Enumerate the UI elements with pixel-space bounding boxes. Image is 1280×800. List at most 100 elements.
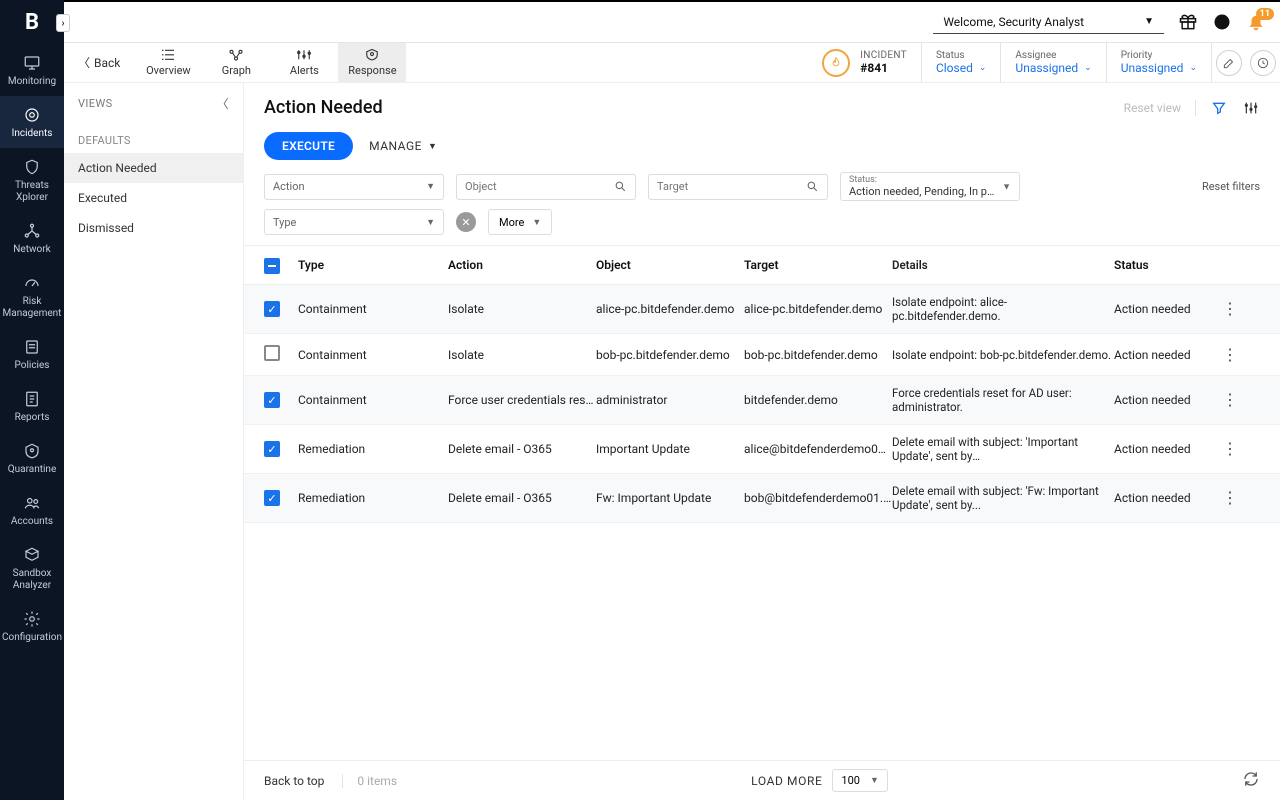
row-menu-icon[interactable]: ⋮ [1222, 345, 1238, 364]
filter-status[interactable]: Status: Action needed, Pending, In progr… [840, 172, 1020, 201]
nav-sandbox-analyzer[interactable]: Sandbox Analyzer [0, 536, 64, 600]
table-row[interactable]: ✓RemediationDelete email - O365Important… [244, 425, 1280, 474]
priority-meta[interactable]: Priority Unassigned⌄ [1106, 43, 1211, 82]
assignee-meta[interactable]: Assignee Unassigned⌄ [1000, 43, 1105, 82]
edit-button[interactable] [1216, 50, 1242, 76]
view-action-needed[interactable]: Action Needed [64, 153, 243, 183]
col-header-status[interactable]: Status [1114, 258, 1214, 272]
col-header-action[interactable]: Action [448, 258, 596, 272]
filter-icon[interactable] [1210, 99, 1228, 117]
col-header-type[interactable]: Type [298, 258, 448, 272]
col-header-details[interactable]: Details [892, 258, 1114, 272]
col-header-target[interactable]: Target [744, 258, 892, 272]
chevron-down-icon: ⌄ [979, 63, 987, 73]
reset-filters-button[interactable]: Reset filters [1202, 180, 1260, 193]
tab-alerts[interactable]: Alerts [270, 43, 338, 82]
table-row[interactable]: ✓RemediationDelete email - O365Fw: Impor… [244, 474, 1280, 523]
history-button[interactable] [1250, 50, 1276, 76]
nav-threats-xplorer[interactable]: Threats Xplorer [0, 148, 64, 212]
nav-label: Reports [15, 412, 50, 423]
row-checkbox[interactable]: ✓ [264, 441, 280, 457]
nav-quarantine[interactable]: Quarantine [0, 432, 64, 484]
reset-view-button[interactable]: Reset view [1124, 101, 1181, 115]
meta-label: Assignee [1015, 50, 1091, 61]
row-checkbox[interactable]: ✓ [264, 490, 280, 506]
users-icon [23, 494, 41, 512]
search-icon [806, 180, 819, 194]
meta-label: Status [936, 50, 986, 61]
filter-object[interactable] [456, 174, 636, 200]
row-checkbox[interactable] [264, 345, 280, 361]
load-more-button[interactable]: LOAD MORE [751, 774, 822, 788]
cell-type: Remediation [298, 442, 448, 456]
expand-nav-icon[interactable]: › [56, 14, 70, 32]
gift-icon[interactable] [1178, 12, 1198, 32]
meta-value: Closed [936, 61, 973, 75]
cell-details: Delete email with subject: 'Fw: Importan… [892, 484, 1114, 512]
brand-logo[interactable]: B › [0, 0, 64, 44]
notifications-icon[interactable]: 11 [1246, 12, 1266, 32]
columns-icon[interactable] [1242, 99, 1260, 117]
tab-overview[interactable]: Overview [134, 43, 202, 82]
view-dismissed[interactable]: Dismissed [64, 213, 243, 243]
clear-filter-button[interactable]: ✕ [456, 212, 476, 232]
nav-accounts[interactable]: Accounts [0, 484, 64, 536]
manage-button[interactable]: MANAGE▼ [369, 139, 437, 153]
cube-icon [23, 546, 41, 564]
cell-action: Isolate [448, 302, 596, 316]
nav-incidents[interactable]: Incidents [0, 96, 64, 148]
row-checkbox[interactable]: ✓ [264, 392, 280, 408]
filter-action[interactable]: Action ▼ [264, 174, 444, 200]
welcome-dropdown[interactable]: Welcome, Security Analyst ▼ [933, 11, 1164, 34]
nav-label: Sandbox Analyzer [13, 568, 52, 591]
status-meta[interactable]: Status Closed ⌄ [921, 43, 1000, 82]
chevron-down-icon: ⌄ [1084, 63, 1092, 73]
table-row[interactable]: ✓ContainmentForce user credentials reset… [244, 376, 1280, 425]
filter-object-input[interactable] [465, 180, 614, 193]
select-all-checkbox[interactable] [264, 258, 280, 274]
nav-label: Policies [15, 360, 50, 371]
table-row[interactable]: ✓ContainmentIsolatealice-pc.bitdefender.… [244, 285, 1280, 334]
help-icon[interactable]: ? [1212, 12, 1232, 32]
page-size-select[interactable]: 100 ▼ [832, 769, 887, 792]
row-menu-icon[interactable]: ⋮ [1222, 439, 1238, 458]
row-menu-icon[interactable]: ⋮ [1222, 390, 1238, 409]
nav-label: Threats Xplorer [15, 180, 49, 203]
topbar: Welcome, Security Analyst ▼ ? 11 [64, 0, 1280, 43]
tab-graph[interactable]: Graph [202, 43, 270, 82]
nav-reports[interactable]: Reports [0, 380, 64, 432]
more-filters-button[interactable]: More ▼ [488, 209, 552, 235]
tab-label: Alerts [290, 64, 319, 77]
gear-icon [23, 610, 41, 628]
filter-type[interactable]: Type ▼ [264, 209, 444, 235]
nav-policies[interactable]: Policies [0, 328, 64, 380]
execute-button[interactable]: EXECUTE [264, 132, 353, 160]
col-header-object[interactable]: Object [596, 258, 744, 272]
row-checkbox[interactable]: ✓ [264, 301, 280, 317]
tab-response[interactable]: Response [338, 43, 406, 82]
back-to-top-button[interactable]: Back to top [264, 774, 324, 788]
cell-object: bob-pc.bitdefender.demo [596, 348, 744, 362]
chevron-left-icon: 〈 [78, 54, 90, 71]
filter-target[interactable] [648, 174, 828, 200]
context-bar: 〈 Back Overview Graph Alerts Re [64, 43, 1280, 83]
incident-id: #841 [860, 61, 907, 75]
nav-configuration[interactable]: Configuration [0, 600, 64, 652]
table-row[interactable]: ContainmentIsolatebob-pc.bitdefender.dem… [244, 334, 1280, 376]
nav-monitoring[interactable]: Monitoring [0, 44, 64, 96]
chevron-down-icon: ⌄ [1189, 63, 1197, 73]
shield-icon [23, 158, 41, 176]
row-menu-icon[interactable]: ⋮ [1222, 299, 1238, 318]
nav-network[interactable]: Network [0, 212, 64, 264]
refresh-button[interactable] [1242, 770, 1260, 791]
nav-risk-management[interactable]: Risk Management [0, 264, 64, 328]
page-title: Action Needed [264, 97, 383, 118]
collapse-views-icon[interactable]: 〈 [217, 95, 229, 112]
policies-icon [23, 338, 41, 356]
view-executed[interactable]: Executed [64, 183, 243, 213]
filter-target-input[interactable] [657, 180, 806, 193]
meta-label: Priority [1121, 50, 1197, 61]
row-menu-icon[interactable]: ⋮ [1222, 488, 1238, 507]
back-button[interactable]: 〈 Back [64, 43, 134, 82]
more-label: More [499, 216, 524, 229]
